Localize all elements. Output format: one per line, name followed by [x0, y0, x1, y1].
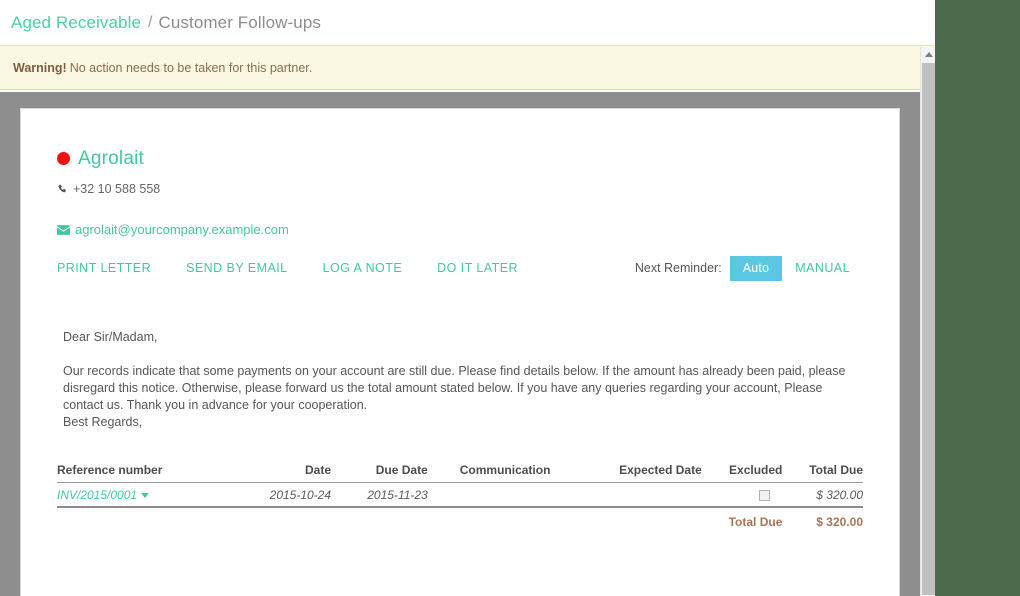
column-header-reference-number[interactable]: Reference number: [57, 463, 242, 483]
table-header-row: Reference number Date Due Date Communica…: [57, 463, 863, 483]
partner-phone: +32 10 588 558: [73, 182, 160, 196]
print-letter-button[interactable]: PRINT LETTER: [57, 261, 151, 275]
column-header-due-date[interactable]: Due Date: [331, 463, 428, 483]
status-dot-icon: [57, 152, 70, 165]
warning-banner: Warning! No action needs to be taken for…: [0, 45, 935, 90]
phone-icon: [57, 184, 68, 195]
breadcrumb-current-customer-follow-ups: Customer Follow-ups: [158, 13, 321, 33]
table-footer: Total Due $ 320.00: [57, 507, 863, 533]
table-footer-row: Total Due $ 320.00: [57, 507, 863, 533]
next-reminder-label: Next Reminder:: [635, 261, 722, 275]
scroll-up-arrow-icon[interactable]: [921, 47, 935, 62]
letter-spacer: [63, 346, 863, 363]
column-header-communication[interactable]: Communication: [428, 463, 573, 483]
breadcrumb-link-aged-receivable[interactable]: Aged Receivable: [11, 13, 141, 33]
column-header-date[interactable]: Date: [242, 463, 331, 483]
column-header-expected-date[interactable]: Expected Date: [573, 463, 702, 483]
footer-spacer: [57, 507, 702, 533]
chevron-down-icon[interactable]: [141, 493, 149, 498]
breadcrumb-separator: /: [148, 14, 152, 32]
partner-name[interactable]: Agrolait: [78, 149, 144, 168]
letter-salutation: Dear Sir/Madam,: [63, 329, 863, 346]
vertical-scrollbar[interactable]: [920, 47, 935, 596]
table-header: Reference number Date Due Date Communica…: [57, 463, 863, 483]
footer-total-due-label: Total Due: [702, 507, 783, 533]
application-window: Aged Receivable / Customer Follow-ups Wa…: [0, 0, 935, 596]
action-toolbar: PRINT LETTER SEND BY EMAIL LOG A NOTE DO…: [57, 255, 863, 281]
excluded-checkbox[interactable]: [759, 490, 770, 501]
scrollbar-thumb[interactable]: [922, 63, 935, 595]
reminder-auto-button[interactable]: Auto: [730, 256, 783, 281]
letter-body: Dear Sir/Madam, Our records indicate tha…: [57, 329, 863, 431]
partner-header: Agrolait: [57, 149, 863, 168]
warning-message: No action needs to be taken for this par…: [70, 61, 313, 75]
send-by-email-button[interactable]: SEND BY EMAIL: [186, 261, 288, 275]
invoice-reference-link[interactable]: INV/2015/0001: [57, 488, 137, 502]
reminder-manual-button[interactable]: MANUAL: [782, 256, 863, 281]
cell-communication[interactable]: [428, 483, 573, 508]
follow-up-table: Reference number Date Due Date Communica…: [57, 463, 863, 533]
partner-phone-line: +32 10 588 558: [57, 182, 863, 196]
do-it-later-button[interactable]: DO IT LATER: [437, 261, 518, 275]
warning-label: Warning!: [13, 61, 67, 75]
letter-closing: Best Regards,: [63, 414, 863, 431]
letter-paragraph: Our records indicate that some payments …: [63, 363, 863, 414]
next-reminder-group: Next Reminder: Auto MANUAL: [635, 256, 863, 281]
partner-email-line: agrolait@yourcompany.example.com: [57, 222, 863, 237]
log-a-note-button[interactable]: LOG A NOTE: [323, 261, 403, 275]
cell-due-date: 2015-11-23: [331, 483, 428, 508]
page-body: Agrolait +32 10 588 558 agrolait@yourcom…: [0, 92, 920, 596]
cell-date: 2015-10-24: [242, 483, 331, 508]
table-row: INV/2015/0001 2015-10-24 2015-11-23 $ 32…: [57, 483, 863, 508]
envelope-icon: [57, 225, 70, 235]
cell-total-due: $ 320.00: [782, 483, 863, 508]
column-header-excluded[interactable]: Excluded: [702, 463, 783, 483]
footer-total-due-value: $ 320.00: [782, 507, 863, 533]
cell-expected-date[interactable]: [573, 483, 702, 508]
column-header-total-due[interactable]: Total Due: [782, 463, 863, 483]
partner-email-link[interactable]: agrolait@yourcompany.example.com: [75, 222, 289, 237]
breadcrumb: Aged Receivable / Customer Follow-ups: [0, 0, 935, 45]
cell-excluded: [702, 483, 783, 508]
table-body: INV/2015/0001 2015-10-24 2015-11-23 $ 32…: [57, 483, 863, 508]
cell-reference-number: INV/2015/0001: [57, 483, 242, 508]
follow-up-sheet: Agrolait +32 10 588 558 agrolait@yourcom…: [20, 108, 900, 596]
